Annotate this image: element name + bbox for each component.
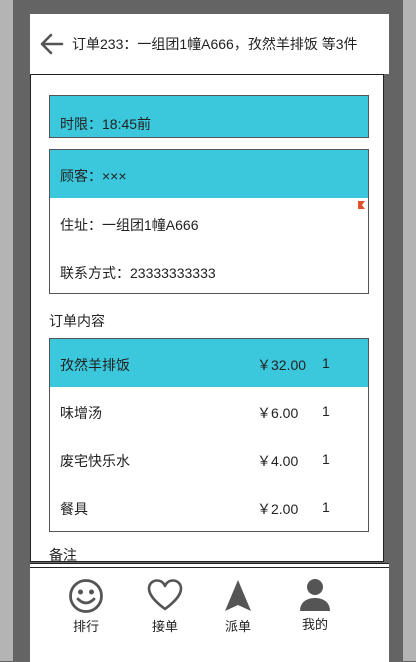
tab-label: 我的	[301, 617, 328, 632]
top-header: 订单233：一组团1幢A666，孜然羊排饭 等3件	[30, 14, 389, 74]
right-frame	[403, 0, 416, 661]
tab-label: 接单	[151, 619, 178, 634]
item-price: ￥32.00	[257, 357, 307, 373]
item-price: ￥4.00	[257, 453, 299, 469]
user-icon	[300, 579, 330, 611]
item-qty: 1	[322, 451, 330, 467]
item-name: 味增汤	[60, 405, 102, 421]
bottom-tab-bar: 排行 接单 派单 我的	[30, 567, 389, 662]
tab-dispatch[interactable]: 派单	[208, 578, 268, 635]
smiley-icon	[69, 579, 103, 613]
tab-label: 排行	[72, 619, 99, 634]
remarks-title: 备注	[49, 547, 77, 562]
tab-accept[interactable]: 接单	[135, 578, 195, 635]
item-price: ￥6.00	[257, 405, 299, 421]
order-item-row[interactable]: 味增汤 ￥6.00 1	[50, 387, 368, 435]
item-name: 废宅快乐水	[60, 453, 130, 469]
customer-name: 顾客：×××	[60, 168, 127, 184]
flag-icon	[358, 201, 365, 209]
tab-mine[interactable]: 我的	[285, 578, 345, 633]
tab-ranking[interactable]: 排行	[56, 578, 116, 635]
order-items-table: 孜然羊排饭 ￥32.00 1 味增汤 ￥6.00 1 废宅快乐水 ￥4.00 1…	[49, 338, 369, 532]
customer-contact[interactable]: 联系方式：23333333333	[60, 263, 378, 283]
back-arrow-icon[interactable]	[38, 30, 66, 58]
left-frame	[0, 0, 13, 661]
navigation-arrow-icon	[225, 580, 251, 611]
deadline-text: 时限：18:45前	[60, 116, 152, 132]
order-section-title: 订单内容	[49, 313, 105, 329]
item-name: 餐具	[60, 501, 88, 517]
order-title: 订单233：一组团1幢A666，孜然羊排饭 等3件	[72, 36, 358, 52]
order-item-row[interactable]: 餐具 ￥2.00 1	[50, 483, 368, 531]
order-item-row[interactable]: 废宅快乐水 ￥4.00 1	[50, 435, 368, 483]
app-screen: 订单233：一组团1幢A666，孜然羊排饭 等3件 时限：18:45前 顾客：×…	[0, 0, 416, 662]
deadline-box: 时限：18:45前	[49, 95, 369, 138]
item-qty: 1	[322, 403, 330, 419]
customer-address: 住址：一组团1幢A666	[60, 217, 199, 233]
item-price: ￥2.00	[257, 501, 299, 517]
customer-card: 顾客：××× 住址：一组团1幢A666 联系方式：23333333333	[49, 149, 369, 294]
item-qty: 1	[322, 499, 330, 515]
heart-icon	[147, 579, 183, 611]
order-item-row[interactable]: 孜然羊排饭 ￥32.00 1	[50, 339, 368, 387]
item-qty: 1	[322, 355, 330, 371]
order-detail-panel[interactable]: 时限：18:45前 顾客：××× 住址：一组团1幢A666 联系方式：23333…	[30, 74, 384, 562]
tab-label: 派单	[224, 619, 251, 634]
item-name: 孜然羊排饭	[60, 357, 130, 373]
